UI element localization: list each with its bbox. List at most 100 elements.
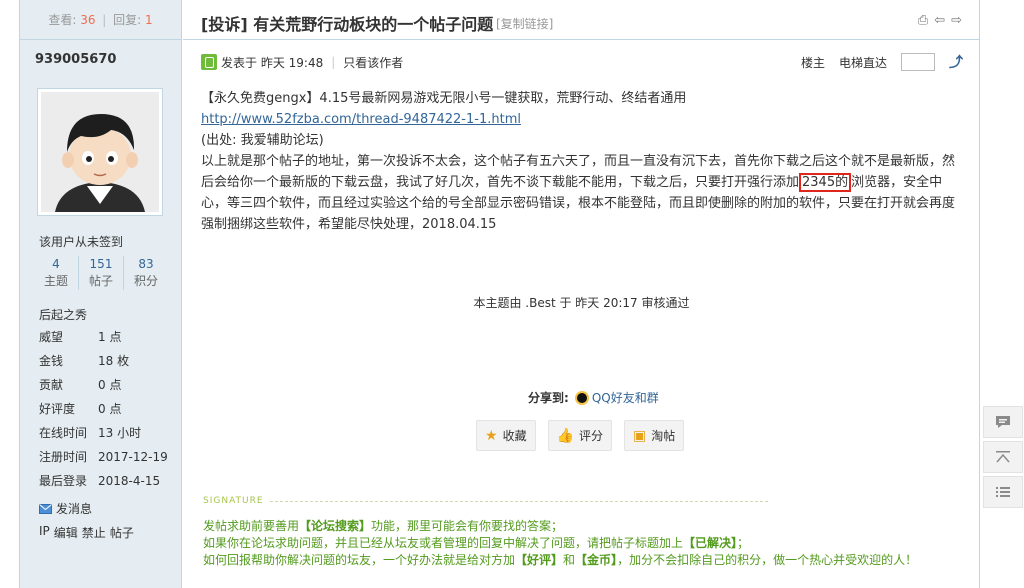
prop-value: 0 点: [98, 378, 122, 392]
prop-key: 威望: [39, 330, 64, 344]
prop-key: 在线时间: [39, 426, 88, 440]
sig-bold: 【论坛搜索】: [299, 519, 372, 533]
content-source: (出处: 我爱辅助论坛): [201, 133, 324, 148]
sig-text: 如果你在论坛求助问题，并且已经从坛友或者管理的回复中解决了问题，请把帖子标题加上: [203, 536, 684, 550]
reply-label: 回复:: [113, 13, 142, 27]
collect-button[interactable]: ▣ 淘帖: [624, 420, 685, 451]
tag-icon: ▣: [633, 427, 647, 444]
only-author-link[interactable]: 只看该作者: [343, 54, 403, 71]
share-label: 分享到:: [528, 391, 569, 405]
prop-key: 最后登录: [39, 474, 88, 488]
view-label: 查看:: [48, 13, 77, 27]
prop-key: 贡献: [39, 378, 64, 392]
author-name[interactable]: 939005670: [35, 52, 116, 67]
count-credits[interactable]: 83 积分: [124, 256, 168, 290]
divider: |: [331, 55, 336, 69]
signature-line: 发帖求助前要善用【论坛搜索】功能，那里可能会有你要找的答案；: [203, 518, 963, 535]
thumbs-up-icon: 👍: [556, 427, 575, 444]
list-button[interactable]: [983, 476, 1023, 508]
prop-row: 最后登录 2018-4-15: [39, 472, 179, 496]
comment-button[interactable]: [983, 406, 1023, 438]
signature-label: SIGNATURE: [203, 496, 264, 506]
prop-key: 注册时间: [39, 450, 88, 464]
prop-row: 好评度 0 点: [39, 400, 179, 424]
count-posts[interactable]: 151 帖子: [79, 256, 124, 290]
admin-link-ip[interactable]: IP: [39, 524, 50, 541]
post-actions: ★ 收藏 👍 评分 ▣ 淘帖: [476, 420, 685, 451]
prop-value: 2017-12-19: [98, 450, 168, 464]
sig-bold: 【已解决】: [683, 536, 738, 550]
rate-label: 评分: [579, 429, 604, 443]
count-value: 83: [138, 257, 154, 271]
stats-separator: |: [102, 13, 107, 27]
send-message-label: 发消息: [56, 502, 93, 516]
prop-row: 贡献 0 点: [39, 376, 179, 400]
sig-text: ，加分不会扣除自己的积分，做一个热心并受欢迎的人！: [617, 553, 918, 567]
thread-url-link[interactable]: http://www.52fzba.com/thread-9487422-1-1…: [201, 112, 521, 127]
floor-jump-input[interactable]: [901, 53, 935, 71]
next-thread-icon[interactable]: ⇨: [951, 13, 962, 28]
count-value: 151: [89, 257, 113, 271]
prop-key: 金钱: [39, 354, 64, 368]
post-content: 【永久免费gengx】4.15号最新网易游戏无限小号一键获取，荒野行动、终结者通…: [201, 88, 963, 235]
prop-value: 13 小时: [98, 426, 142, 440]
back-to-top-button[interactable]: [983, 441, 1023, 473]
user-counts: 4 主题 151 帖子 83 积分: [34, 256, 168, 290]
admin-links: IP 编辑 禁止 帖子: [39, 524, 134, 541]
admin-link-ban[interactable]: 禁止: [82, 524, 106, 541]
user-props: 威望 1 点 金钱 18 枚 贡献 0 点 好评度 0 点 在线时间 13 小时 注册时间…: [39, 328, 179, 496]
sig-text: 发帖求助前要善用: [203, 519, 300, 533]
view-count: 36: [80, 13, 96, 27]
signature-dashed-line: [269, 500, 768, 502]
prop-row: 金钱 18 枚: [39, 352, 179, 376]
avatar[interactable]: [37, 88, 163, 216]
prop-value: 0 点: [98, 402, 122, 416]
prop-key: 好评度: [39, 402, 76, 416]
prop-row: 在线时间 13 小时: [39, 424, 179, 448]
admin-link-posts[interactable]: 帖子: [110, 524, 134, 541]
signature-line: 如果你在论坛求助问题，并且已经从坛友或者管理的回复中解决了问题，请把帖子标题加上…: [203, 535, 963, 552]
star-icon: ★: [485, 427, 498, 444]
posted-time: 发表于 昨天 19:48: [221, 55, 324, 70]
author-sidebar: 查看: 36 | 回复: 1 939005670 该用户从未签到 4 主题 15…: [20, 0, 182, 588]
count-topics[interactable]: 4 主题: [34, 256, 79, 290]
content-line: 【永久免费gengx】4.15号最新网易游戏无限小号一键获取，荒野行动、终结者通…: [201, 91, 687, 106]
send-message-link[interactable]: 发消息: [39, 500, 92, 517]
share-qq-label: QQ好友和群: [591, 391, 659, 405]
sig-text: 如何回报帮助你解决问题的坛友，一个好办法就是给对方加: [203, 553, 516, 567]
post-frame: 查看: 36 | 回复: 1 939005670 该用户从未签到 4 主题 15…: [19, 0, 980, 588]
post-author-info: 发表于 昨天 19:48 | 只看该作者 楼主 电梯直达 ⤴: [201, 52, 963, 72]
rate-button[interactable]: 👍 评分: [547, 420, 613, 451]
title-icons: ⎙ ⇦ ⇨: [918, 13, 962, 28]
prop-row: 注册时间 2017-12-19: [39, 448, 179, 472]
sig-text: 功能，那里可能会有你要找的答案；: [371, 519, 564, 533]
thread-title-bar: [投诉] 有关荒野行动板块的一个帖子问题 [复制链接] ⎙ ⇦ ⇨: [183, 0, 980, 40]
qq-icon: [574, 390, 589, 405]
count-label: 积分: [133, 274, 158, 288]
admin-link-edit[interactable]: 编辑: [54, 524, 78, 541]
floating-toolbar: [983, 406, 1023, 511]
sig-text: ；: [737, 536, 750, 550]
highlighted-text: 2345的: [799, 173, 852, 192]
copy-link-button[interactable]: [复制链接]: [496, 15, 553, 32]
signature-divider: SIGNATURE: [203, 496, 768, 506]
comment-icon: [996, 416, 1010, 428]
prev-thread-icon[interactable]: ⇦: [934, 13, 945, 28]
prop-row: 威望 1 点: [39, 328, 179, 352]
user-rank[interactable]: 后起之秀: [39, 306, 87, 323]
sig-bold: 【好评】: [515, 553, 564, 567]
audit-notice: 本主题由 .Best 于 昨天 20:17 审核通过: [473, 296, 690, 310]
jump-go-icon[interactable]: ⤴: [949, 52, 963, 72]
thread-title: [投诉] 有关荒野行动板块的一个帖子问题: [201, 15, 494, 34]
prop-value: 1 点: [98, 330, 122, 344]
count-label: 帖子: [88, 274, 113, 288]
signin-status: 该用户从未签到: [39, 235, 124, 249]
sig-text: 和: [563, 553, 576, 567]
favorite-button[interactable]: ★ 收藏: [476, 420, 536, 451]
share-qq-link[interactable]: QQ好友和群: [574, 389, 659, 406]
count-label: 主题: [43, 274, 68, 288]
online-status-icon: [201, 54, 217, 70]
print-icon[interactable]: ⎙: [918, 13, 928, 28]
envelope-icon: [39, 503, 52, 514]
signature-line: 如何回报帮助你解决问题的坛友，一个好办法就是给对方加【好评】和【金币】，加分不会…: [203, 552, 963, 569]
